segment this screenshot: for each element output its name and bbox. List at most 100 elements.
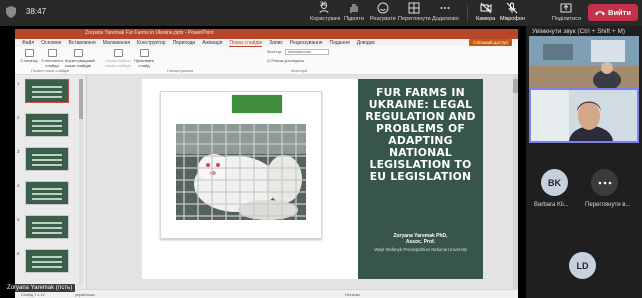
slide-thumbnail[interactable] [25,113,69,137]
slide-thumbnail[interactable] [25,79,69,103]
ribbon-tab[interactable]: Переходи [173,40,196,46]
ribbon-group-setup: Налаштування [167,69,194,73]
toolbar-divider [467,5,468,21]
ribbon-custom-show-label: Користувацький показ слайдів [65,58,95,68]
ribbon-hide-slide[interactable]: Приховати слайд [133,49,155,68]
ribbon-from-current[interactable]: З поточного слайда [41,49,63,68]
slide-university: Vasyl Stefanyk Precarpathian National Un… [373,247,468,252]
ribbon-tab[interactable]: Файл [22,40,34,46]
presenter-view-checkbox[interactable]: ☑ Режим доповідача [267,58,304,63]
meeting-toolbar: 38:47 30 Користувачі Підняти Реагувати П… [0,0,642,26]
slide-thumbnail[interactable] [25,249,69,273]
ribbon: З початку З поточного слайда Користуваць… [15,47,518,75]
leave-label: Вийти [608,8,631,17]
ribbon-tab[interactable]: Основне [41,40,61,46]
green-tab-decoration [231,94,283,114]
more-participants-label: Переглянути в... [585,202,631,208]
slide-author: Zoryana Yaremak PhD, Assoc. Prof. [362,233,479,245]
status-slide-count: Слайд 1 з 12 [21,292,45,297]
presenter-name-tag: Zoryana Yaremak (гість) [4,284,76,292]
more-button[interactable]: Додатково [432,2,459,22]
react-button[interactable]: Реагувати [370,2,396,22]
monitor-select[interactable]: Автоматично [285,49,329,55]
more-label: Додатково [432,16,459,22]
editor-scrollbar[interactable] [513,75,518,289]
ribbon-group-start: Почати показ слайдів [31,69,69,73]
ribbon-group-monitors: Монітори [291,69,308,73]
status-language: українська [75,292,95,297]
more-participants-button[interactable] [591,169,618,196]
ribbon-from-beginning[interactable]: З початку [19,49,39,63]
smiley-icon [377,2,389,14]
share-tray-icon [560,3,572,13]
current-slide[interactable]: FUR FARMS IN UKRAINE: LEGAL REGULATION A… [142,79,483,279]
slideshow-current-icon [47,49,57,57]
ppt-titlebar: Zoryana Yaremak Fur Farms in Ukraine.ppt… [15,29,518,39]
ribbon-tab[interactable]: Запис [269,40,283,46]
mic-label: Мікрофон [500,16,525,22]
ribbon-tab[interactable]: Анімація [202,40,222,46]
unmute-hint: Увімкнути звук (Ctrl + Shift + M) [532,28,626,35]
monitor-label: Монітор: [267,50,283,54]
slide-title: FUR FARMS IN UKRAINE: LEGAL REGULATION A… [365,86,476,183]
view-button[interactable]: Переглянути [398,2,431,22]
participants-count: 30 [320,2,327,8]
ribbon-tab[interactable]: Довідка [357,40,375,46]
slide-thumbnails: 1 2 3 4 5 6 [15,75,87,289]
participants-label: Користувачі [310,16,341,22]
ribbon-setup-show-label: Налаштувати показ слайдів [105,58,131,68]
video-tile-presenter[interactable] [529,88,639,143]
share-screen-button[interactable]: Поділитися [552,2,581,22]
slide-thumbnail[interactable] [25,147,69,171]
slide-title-panel: FUR FARMS IN UKRAINE: LEGAL REGULATION A… [358,79,483,279]
avatar-bk[interactable]: BK [541,169,568,196]
ribbon-tab[interactable]: Малювання [103,40,130,46]
ribbon-tab[interactable]: Показ слайдів [229,40,263,47]
share-screen-label: Поділитися [552,16,581,22]
thumbnail-scrollbar[interactable] [79,79,83,285]
camera-button[interactable]: Камера [476,2,495,22]
raise-hand-button[interactable]: Підняти [344,2,364,22]
ellipsis-icon [598,181,611,184]
custom-show-icon [73,49,83,57]
author-line-2: Assoc. Prof. [405,239,436,245]
ribbon-tab[interactable]: Подання [330,40,350,46]
setup-show-icon [113,49,123,57]
hide-slide-icon [139,49,149,57]
ribbon-setup-show[interactable]: Налаштувати показ слайдів [103,49,133,68]
shield-icon [6,6,16,18]
participant-name-bk: Barbara Kli... [534,202,569,208]
camera-label: Камера [476,16,496,22]
photo-frame [160,91,322,239]
ppt-status-bar: Слайд 1 з 12 українська Нотатки [15,289,518,298]
react-label: Реагувати [370,16,396,22]
ribbon-hide-slide-label: Приховати слайд [134,58,154,68]
video-tile-room[interactable] [529,36,639,91]
ribbon-from-beginning-label: З початку [20,58,38,63]
thumbnail-number: 4 [17,183,20,188]
mic-off-icon [507,2,518,14]
slide-thumbnail[interactable] [25,181,69,205]
ppt-window-title: Zoryana Yaremak Fur Farms in Ukraine.ppt… [85,30,214,36]
participants-button[interactable]: 30 Користувачі [310,2,340,22]
avatar-ld[interactable]: LD [569,252,596,279]
grid-icon [408,2,420,14]
thumbnail-number: 5 [17,217,20,222]
slide-thumbnail[interactable] [25,215,69,239]
mic-button[interactable]: Мікрофон [500,2,525,22]
status-notes-button[interactable]: Нотатки [345,292,360,297]
thumbnail-number: 2 [17,115,20,120]
presenter-view-label: Режим доповідача [271,59,304,63]
leave-button[interactable]: Вийти [588,4,638,21]
ribbon-custom-show[interactable]: Користувацький показ слайдів [65,49,95,68]
hand-icon [350,4,358,13]
ppt-share-button[interactable]: Спільний доступ [469,39,512,46]
thumbnail-number: 3 [17,149,20,154]
slideshow-start-icon [24,49,34,57]
view-label: Переглянути [398,16,431,22]
ribbon-from-current-label: З поточного слайда [41,58,63,68]
thumbnail-number: 1 [17,81,20,86]
ribbon-tab[interactable]: Конструктор [137,40,166,46]
ribbon-tab[interactable]: Вставлення [68,40,95,46]
ribbon-tab[interactable]: Рецензування [290,40,323,46]
